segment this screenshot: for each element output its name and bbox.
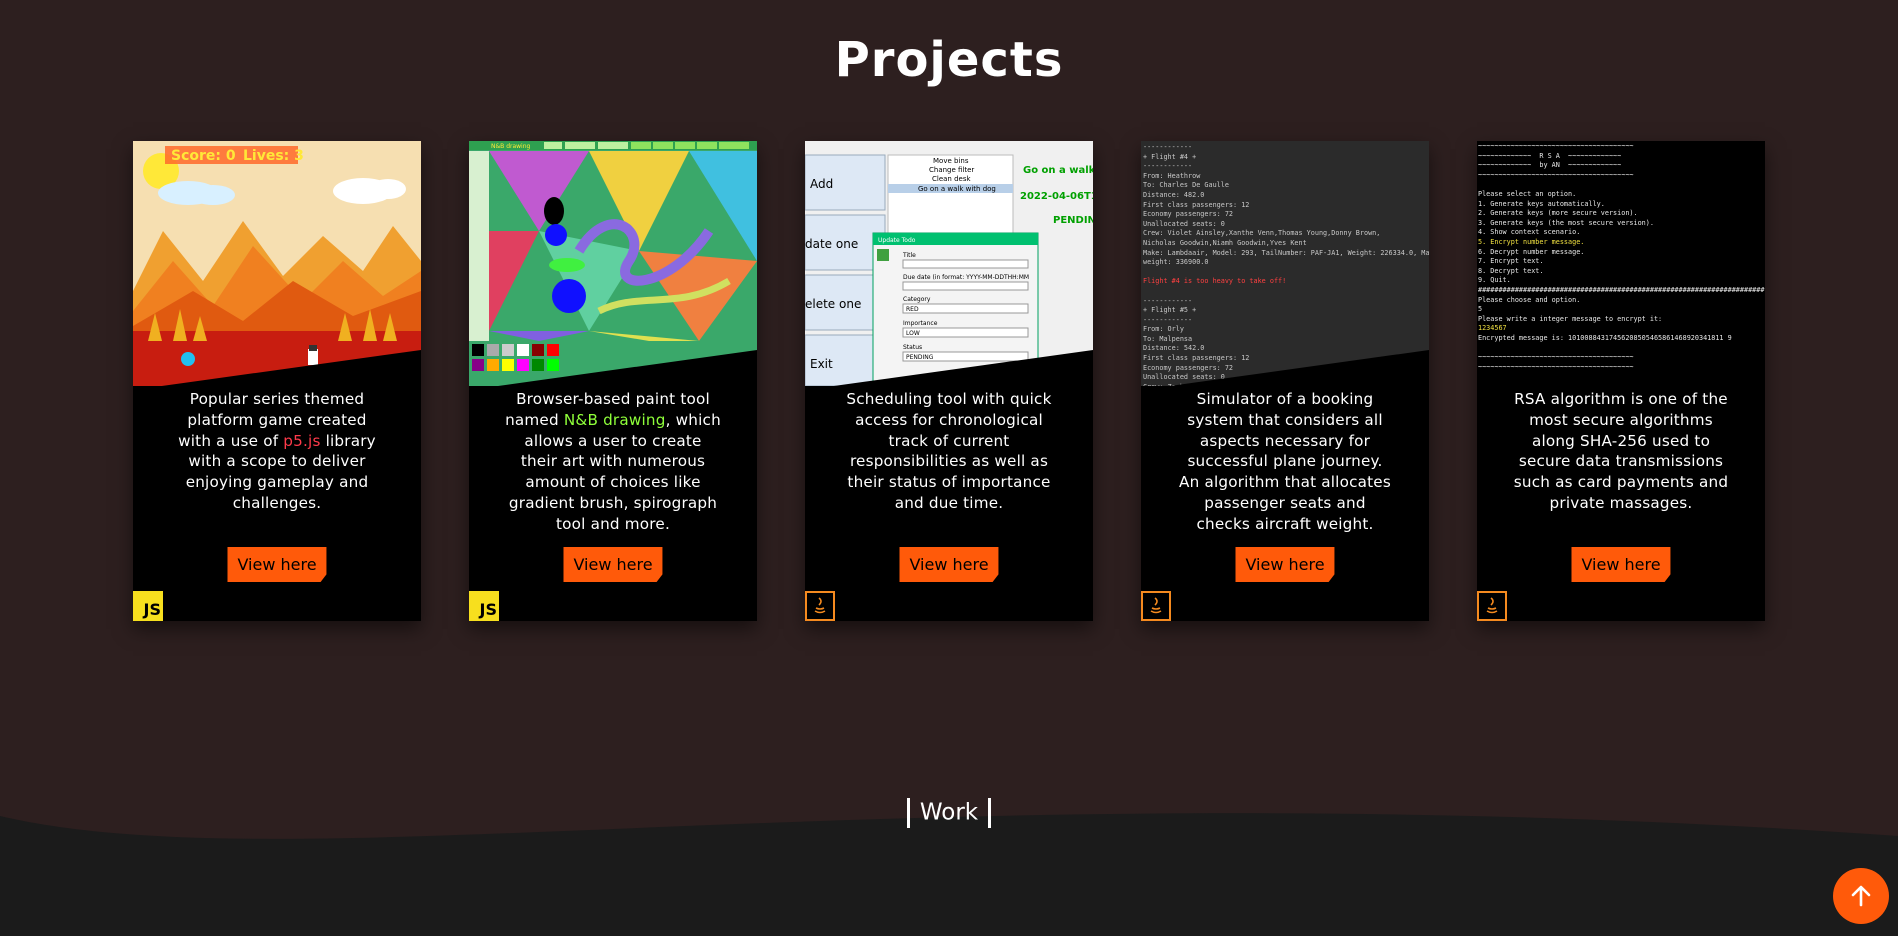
console-line: ########################################… <box>1478 285 1765 294</box>
console-line: 5. Encrypt number message. <box>1478 237 1585 246</box>
javascript-icon: JS <box>469 591 499 621</box>
console-line: 1234567 <box>1478 324 1507 333</box>
todo-list-item: Move bins <box>933 157 969 165</box>
score-label: Score: 0 <box>171 148 236 164</box>
console-line: Economy passengers: 72 <box>1143 210 1234 219</box>
app-title: N&B drawing <box>491 143 531 150</box>
scheduler-button-label: elete one <box>805 297 861 311</box>
console-line: First class passengers: 12 <box>1143 200 1250 209</box>
arrow-up-icon <box>1851 885 1871 907</box>
console-line: weight: 336900.0 <box>1143 258 1209 267</box>
console-line: Please write a integer message to encryp… <box>1478 314 1663 323</box>
console-line: ~~~~~~~~~~~~~~~~~~~~~~~~~~~~~~~~~~~~~~ <box>1478 142 1634 150</box>
console-line: ------------ <box>1143 143 1193 151</box>
console-output: ~~~~~~~~~~~~~~~~~~~~~~~~~~~~~~~~~~~~~~ ~~… <box>1477 141 1765 372</box>
console-line: ------------ <box>1143 162 1193 171</box>
console-line: To: Malpensa <box>1143 334 1193 343</box>
project-description: Popular series themed platform game crea… <box>178 390 376 512</box>
project-card: N&B drawing Browser-based paint tool nam… <box>469 141 757 621</box>
console-line: Flight #4 is too heavy to take off! <box>1143 277 1287 286</box>
dialog-field-label: Importance <box>903 320 938 327</box>
dialog-field-value: RED <box>906 306 919 313</box>
dialog-title: Update Todo <box>878 237 916 244</box>
console-line: 9. Quit. <box>1478 276 1511 285</box>
console-line: ------------ <box>1143 296 1193 305</box>
lives-label: Lives: 3 <box>243 148 304 164</box>
console-line: To: Charles De Gaulle <box>1143 181 1229 190</box>
console-line: 5 <box>1478 305 1483 314</box>
view-project-button[interactable]: View here <box>1235 547 1335 582</box>
console-line: 6. Decrypt number message. <box>1478 247 1585 256</box>
app-name-highlight: N&B drawing <box>563 410 666 429</box>
scheduler-button-label: date one <box>805 237 858 251</box>
console-line: ~~~~~~~~~~~~~~~~~~~~~~~~~~~~~~~~~~~~~~ <box>1478 170 1634 179</box>
section-heading: Work <box>0 798 1898 828</box>
projects-grid: Score: 0 Lives: 3 Popular series themed … <box>133 141 1765 621</box>
console-line: 1. Generate keys automatically. <box>1478 199 1605 208</box>
console-line: Nicholas Goodwin,Niamh Goodwin,Yves Kent <box>1143 238 1307 247</box>
dialog-field-label: Due date (in format: YYYY-MM-DDTHH:MM <box>903 274 1029 281</box>
project-description: Simulator of a booking system that consi… <box>1179 390 1391 533</box>
detail-title: Go on a walk w <box>1023 165 1093 176</box>
console-line: Distance: 482.0 <box>1143 190 1205 199</box>
dialog-field-label: Category <box>903 296 931 303</box>
console-line: 3. Generate keys (the most secure versio… <box>1478 218 1654 227</box>
page-title: Projects <box>834 32 1064 88</box>
dialog-field-value: LOW <box>906 330 920 337</box>
console-line: 8. Decrypt text. <box>1478 266 1544 275</box>
dialog-field-label: Title <box>902 252 916 259</box>
console-line: Unallocated seats: 0 <box>1143 219 1225 228</box>
console-line: + Flight #4 + <box>1143 152 1197 161</box>
console-line: 7. Encrypt text. <box>1478 257 1544 266</box>
scheduler-button-label: Add <box>810 177 833 191</box>
section-heading-text: Work <box>919 799 979 826</box>
detail-date: 2022-04-06T11:4 <box>1020 191 1093 202</box>
console-line: ~~~~~~~~~~~~~ R S A ~~~~~~~~~~~~~ <box>1478 151 1622 160</box>
javascript-icon: JS <box>133 591 163 621</box>
heading-bar-left <box>906 798 910 828</box>
detail-status: PENDING <box>1053 215 1093 226</box>
todo-list-item: Change filter <box>929 166 974 174</box>
console-line: Please choose and option. <box>1478 295 1581 304</box>
project-description: Scheduling tool with quick access for ch… <box>846 390 1052 512</box>
todo-list-item: Clean desk <box>932 175 971 183</box>
project-description: RSA algorithm is one of the most secure … <box>1513 390 1729 512</box>
console-line: ~~~~~~~~~~~~~ by AN ~~~~~~~~~~~~~ <box>1478 161 1622 170</box>
library-highlight: p5.js <box>283 431 321 450</box>
view-project-button[interactable]: View here <box>1571 547 1671 582</box>
console-line: ------------ <box>1143 315 1193 324</box>
console-line: Crew: Violet Ainsley,Xanthe Venn,Thomas … <box>1143 229 1381 238</box>
console-line: + Flight #5 + <box>1143 306 1197 315</box>
project-card: ------------ + Flight #4 + ------------ Fro… <box>1141 141 1429 621</box>
java-icon <box>1141 591 1171 621</box>
console-line: Encrypted message is: 101008843174562085… <box>1478 333 1732 342</box>
scroll-to-top-button[interactable] <box>1833 868 1889 924</box>
heading-bar-right <box>988 798 992 828</box>
console-line: 4. Show context scenario. <box>1478 228 1581 237</box>
java-icon <box>1477 591 1507 621</box>
console-line: Make: Lambdaair, Model: 293, TailNumber:… <box>1143 248 1429 257</box>
console-line: From: Orly <box>1143 325 1184 334</box>
project-card: Add date one elete one Exit Move bins Ch… <box>805 141 1093 621</box>
project-description: Browser-based paint tool named N&B drawi… <box>505 390 721 533</box>
project-card: ~~~~~~~~~~~~~~~~~~~~~~~~~~~~~~~~~~~~~~ ~~… <box>1477 141 1765 621</box>
project-card: Score: 0 Lives: 3 Popular series themed … <box>133 141 421 621</box>
console-line: From: Heathrow <box>1143 171 1201 180</box>
console-line: Please select an option. <box>1478 189 1577 198</box>
view-project-button[interactable]: View here <box>899 547 999 582</box>
console-line: 2. Generate keys (more secure version). <box>1478 209 1638 218</box>
view-project-button[interactable]: View here <box>563 547 663 582</box>
java-icon <box>805 591 835 621</box>
view-project-button[interactable]: View here <box>227 547 327 582</box>
todo-list-item: Go on a walk with dog <box>918 185 996 193</box>
